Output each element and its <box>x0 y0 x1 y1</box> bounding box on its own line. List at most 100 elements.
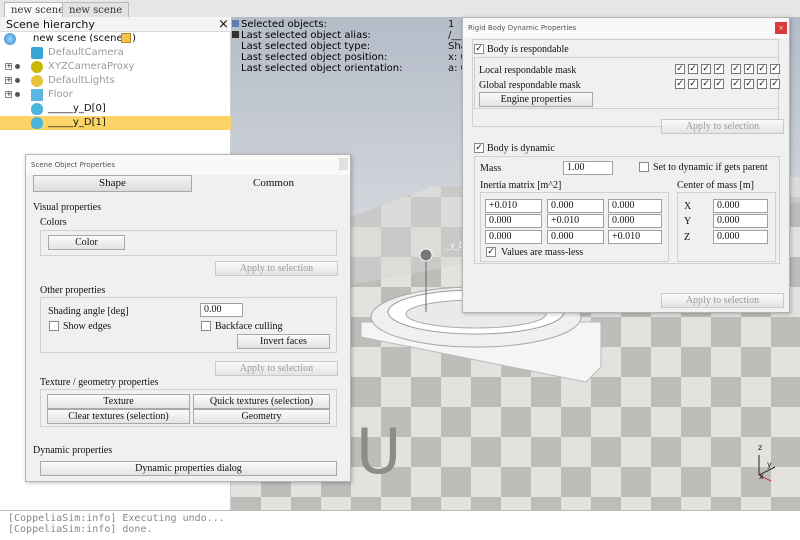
global-mask-checkboxes[interactable]: ✓ ✓ ✓ ✓ ✓ ✓ ✓ ✓ <box>675 79 783 89</box>
color-button[interactable]: Color <box>48 235 125 250</box>
other-properties-heading: Other properties <box>40 285 106 296</box>
local-mask-checkboxes[interactable]: ✓ ✓ ✓ ✓ ✓ ✓ ✓ ✓ <box>675 64 783 74</box>
close-icon[interactable]: × <box>775 22 787 34</box>
console-line: [CoppeliaSim:info] Executing undo... <box>8 513 792 524</box>
dialog-title: Scene Object Properties <box>26 155 350 175</box>
mass-less-label: Values are mass-less <box>501 247 584 258</box>
hierarchy-item-lights[interactable]: + DefaultLights <box>0 74 231 88</box>
dynamic-checkbox[interactable]: ✓ <box>474 143 484 153</box>
hierarchy-item-label: _____y_D[0] <box>48 103 106 114</box>
apply-to-selection-button-2[interactable]: Apply to selection <box>215 361 338 376</box>
close-icon[interactable]: × <box>218 18 229 31</box>
expand-icon[interactable]: + <box>5 63 12 70</box>
hierarchy-item-label: XYZCameraProxy <box>48 61 135 72</box>
dummy-icon <box>31 61 43 73</box>
engine-properties-button[interactable]: Engine properties <box>479 92 593 107</box>
selection-info: Selected objects: Last selected object a… <box>241 19 402 74</box>
hierarchy-item-shape-0[interactable]: _____y_D[0] <box>0 102 231 116</box>
mask-bit-checkbox[interactable]: ✓ <box>757 79 767 89</box>
colors-heading: Colors <box>40 217 67 228</box>
mask-bit-checkbox[interactable]: ✓ <box>675 79 685 89</box>
mass-less-checkbox[interactable]: ✓ <box>486 247 496 257</box>
hierarchy-item-proxy[interactable]: + XYZCameraProxy <box>0 60 231 74</box>
mask-bit-checkbox[interactable]: ✓ <box>701 79 711 89</box>
geometry-button[interactable]: Geometry <box>193 409 330 424</box>
texture-geometry-heading: Texture / geometry properties <box>40 377 159 388</box>
mask-bit-checkbox[interactable]: ✓ <box>688 79 698 89</box>
mass-label: Mass <box>480 163 502 174</box>
com-y-input[interactable]: 0.000 <box>713 214 768 228</box>
com-x-input[interactable]: 0.000 <box>713 199 768 213</box>
com-y-label: Y <box>684 216 692 227</box>
quick-textures-button[interactable]: Quick textures (selection) <box>193 394 330 409</box>
inertia-cell[interactable]: 0.000 <box>547 230 604 244</box>
hierarchy-title: Scene hierarchy <box>0 17 231 32</box>
axis-y-label: y <box>767 460 772 469</box>
inertia-cell[interactable]: +0.010 <box>547 214 604 228</box>
hierarchy-item-camera[interactable]: DefaultCamera <box>0 46 231 60</box>
tab-shape[interactable]: Shape <box>33 175 192 192</box>
invert-faces-button[interactable]: Invert faces <box>237 334 330 349</box>
apply-to-selection-button[interactable]: Apply to selection <box>661 119 784 134</box>
com-z-input[interactable]: 0.000 <box>713 230 768 244</box>
dialog-handle[interactable] <box>339 158 348 170</box>
visibility-dot-icon <box>15 78 20 83</box>
respondable-checkbox[interactable]: ✓ <box>474 44 484 54</box>
expand-icon[interactable]: + <box>5 91 12 98</box>
hierarchy-item-floor[interactable]: + Floor <box>0 88 231 102</box>
mask-bit-checkbox[interactable]: ✓ <box>714 79 724 89</box>
mass-input[interactable]: 1.00 <box>563 161 613 175</box>
inertia-cell[interactable]: +0.010 <box>608 230 662 244</box>
tab-new-scene-2[interactable]: new scene <box>62 2 130 18</box>
texture-button[interactable]: Texture <box>47 394 190 409</box>
shading-angle-input[interactable]: 0.00 <box>200 303 243 317</box>
com-z-label: Z <box>684 232 691 243</box>
com-x-label: X <box>684 201 692 212</box>
mask-bit-checkbox[interactable]: ✓ <box>770 64 780 74</box>
mask-bit-checkbox[interactable]: ✓ <box>688 64 698 74</box>
info-marker-icon <box>232 31 239 38</box>
clear-textures-button[interactable]: Clear textures (selection) <box>47 409 190 424</box>
inertia-cell[interactable]: 0.000 <box>547 199 604 213</box>
expand-icon[interactable]: + <box>5 77 12 84</box>
info-label: Last selected object orientation: <box>241 63 403 74</box>
info-label: Last selected object alias: <box>241 30 371 41</box>
global-mask-label: Global respondable mask <box>479 80 581 91</box>
mask-bit-checkbox[interactable]: ✓ <box>757 64 767 74</box>
backface-culling-checkbox[interactable] <box>201 321 211 331</box>
console-line: [CoppeliaSim:info] done. <box>8 524 792 535</box>
dynamic-properties-dialog-button[interactable]: Dynamic properties dialog <box>40 461 337 476</box>
shape-icon <box>31 117 43 129</box>
rigid-body-dialog: Rigid Body Dynamic Properties × ✓ Body i… <box>462 17 790 313</box>
mask-bit-checkbox[interactable]: ✓ <box>770 79 780 89</box>
apply-to-selection-button[interactable]: Apply to selection <box>215 261 338 276</box>
mask-bit-checkbox[interactable]: ✓ <box>744 79 754 89</box>
mask-bit-checkbox[interactable]: ✓ <box>675 64 685 74</box>
dialog-title: Rigid Body Dynamic Properties <box>463 18 789 38</box>
mask-bit-checkbox[interactable]: ✓ <box>731 79 741 89</box>
inertia-cell[interactable]: 0.000 <box>485 214 542 228</box>
inertia-cell[interactable]: 0.000 <box>485 230 542 244</box>
inertia-cell[interactable]: +0.010 <box>485 199 542 213</box>
info-label: Selected objects: <box>241 19 327 30</box>
visibility-dot-icon <box>15 92 20 97</box>
visual-properties-heading: Visual properties <box>33 202 101 213</box>
visibility-dot-icon <box>15 64 20 69</box>
axis-x-label: x <box>759 472 764 481</box>
set-dynamic-parent-checkbox[interactable] <box>639 162 649 172</box>
inertia-cell[interactable]: 0.000 <box>608 214 662 228</box>
console-output[interactable]: [CoppeliaSim:info] Executing undo... [Co… <box>0 510 800 540</box>
hierarchy-item-shape-1[interactable]: _____y_D[1] <box>0 116 231 130</box>
mask-bit-checkbox[interactable]: ✓ <box>714 64 724 74</box>
show-edges-checkbox[interactable] <box>49 321 59 331</box>
inertia-cell[interactable]: 0.000 <box>608 199 662 213</box>
tab-common[interactable]: Common <box>196 175 351 192</box>
apply-to-selection-button-2[interactable]: Apply to selection <box>661 293 784 308</box>
mask-bit-checkbox[interactable]: ✓ <box>731 64 741 74</box>
mask-bit-checkbox[interactable]: ✓ <box>701 64 711 74</box>
hierarchy-item-label: DefaultCamera <box>48 47 124 58</box>
shape-icon <box>31 103 43 115</box>
mask-bit-checkbox[interactable]: ✓ <box>744 64 754 74</box>
info-marker-icon <box>232 20 239 27</box>
hierarchy-item-scene[interactable]: new scene (scene 1) <box>0 32 231 46</box>
